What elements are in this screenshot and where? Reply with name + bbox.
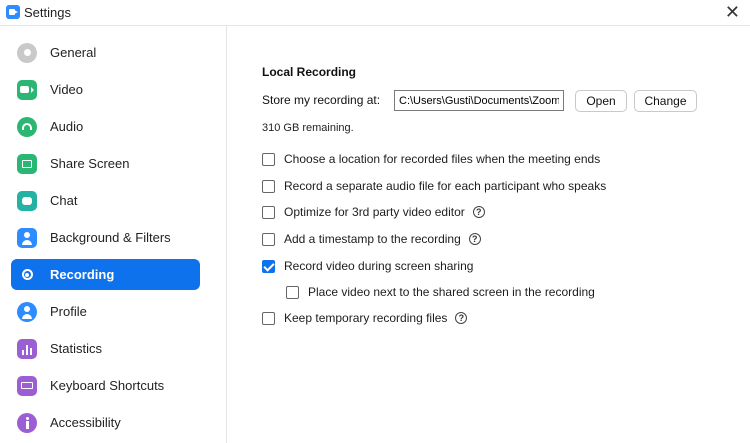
sidebar-item-label: Profile xyxy=(50,304,87,319)
option-place-video-next[interactable]: Place video next to the shared screen in… xyxy=(286,285,595,299)
zoom-app-icon xyxy=(6,5,20,19)
headphones-icon xyxy=(17,116,37,137)
title-bar: Settings ✕ xyxy=(0,0,750,26)
person-background-icon xyxy=(17,227,37,248)
option-keep-temp-files[interactable]: Keep temporary recording files ? xyxy=(262,311,468,325)
sidebar-item-label: Recording xyxy=(50,267,115,282)
option-label: Record a separate audio file for each pa… xyxy=(284,179,607,193)
sidebar-item-share-screen[interactable]: Share Screen xyxy=(11,148,200,179)
checkbox-checked[interactable] xyxy=(262,259,275,273)
checkbox[interactable] xyxy=(262,205,275,219)
sidebar-item-label: Statistics xyxy=(50,341,103,356)
gear-icon xyxy=(17,42,37,63)
sidebar-item-label: Keyboard Shortcuts xyxy=(50,378,165,393)
checkbox[interactable] xyxy=(262,311,275,325)
help-icon[interactable]: ? xyxy=(472,206,485,218)
accessibility-icon xyxy=(17,412,37,433)
option-add-timestamp[interactable]: Add a timestamp to the recording ? xyxy=(262,232,481,246)
option-label: Optimize for 3rd party video editor xyxy=(284,205,465,219)
sidebar-item-background-filters[interactable]: Background & Filters xyxy=(11,222,200,253)
sidebar-item-label: Audio xyxy=(50,119,84,134)
option-optimize-editor[interactable]: Optimize for 3rd party video editor ? xyxy=(262,205,485,219)
help-icon[interactable]: ? xyxy=(468,233,481,245)
help-icon[interactable]: ? xyxy=(455,312,468,324)
sidebar-item-label: Background & Filters xyxy=(50,230,171,245)
sidebar-item-profile[interactable]: Profile xyxy=(11,296,200,327)
sidebar-item-recording[interactable]: Recording xyxy=(11,259,200,290)
option-label: Place video next to the shared screen in… xyxy=(308,285,595,299)
checkbox[interactable] xyxy=(262,232,275,246)
sidebar-item-statistics[interactable]: Statistics xyxy=(11,333,200,364)
sidebar-item-label: Share Screen xyxy=(50,156,130,171)
sidebar-item-accessibility[interactable]: Accessibility xyxy=(11,407,200,438)
window-title: Settings xyxy=(24,5,71,20)
sidebar-item-video[interactable]: Video xyxy=(11,74,200,105)
option-label: Choose a location for recorded files whe… xyxy=(284,152,601,166)
option-separate-audio[interactable]: Record a separate audio file for each pa… xyxy=(262,179,606,193)
record-icon xyxy=(17,265,37,285)
sidebar: General Video Audio Share Screen Chat Ba… xyxy=(0,26,227,443)
checkbox[interactable] xyxy=(286,285,299,299)
option-label: Record video during screen sharing xyxy=(284,259,474,273)
video-icon xyxy=(17,79,37,100)
option-label: Keep temporary recording files xyxy=(284,311,448,325)
sidebar-item-label: Chat xyxy=(50,193,78,208)
option-choose-location[interactable]: Choose a location for recorded files whe… xyxy=(262,152,600,166)
storage-remaining: 310 GB remaining. xyxy=(262,122,354,134)
option-record-video-sharing[interactable]: Record video during screen sharing xyxy=(262,259,473,273)
checkbox[interactable] xyxy=(262,152,275,166)
store-location-label: Store my recording at: xyxy=(262,93,381,107)
sidebar-item-general[interactable]: General xyxy=(11,37,200,68)
sidebar-item-audio[interactable]: Audio xyxy=(11,111,200,142)
close-icon[interactable]: ✕ xyxy=(725,2,740,23)
change-button[interactable]: Change xyxy=(634,90,697,112)
recording-path-field[interactable] xyxy=(394,90,564,111)
share-screen-icon xyxy=(17,153,37,174)
sidebar-item-chat[interactable]: Chat xyxy=(11,185,200,216)
open-button[interactable]: Open xyxy=(575,90,627,112)
sidebar-item-label: General xyxy=(50,45,97,60)
chat-icon xyxy=(17,190,37,211)
option-label: Add a timestamp to the recording xyxy=(284,232,461,246)
sidebar-item-label: Accessibility xyxy=(50,415,121,430)
sidebar-item-label: Video xyxy=(50,82,84,97)
sidebar-item-keyboard-shortcuts[interactable]: Keyboard Shortcuts xyxy=(11,370,200,401)
section-title: Local Recording xyxy=(262,65,357,79)
profile-icon xyxy=(17,301,37,322)
statistics-icon xyxy=(17,338,37,359)
keyboard-icon xyxy=(17,375,37,396)
checkbox[interactable] xyxy=(262,179,275,193)
